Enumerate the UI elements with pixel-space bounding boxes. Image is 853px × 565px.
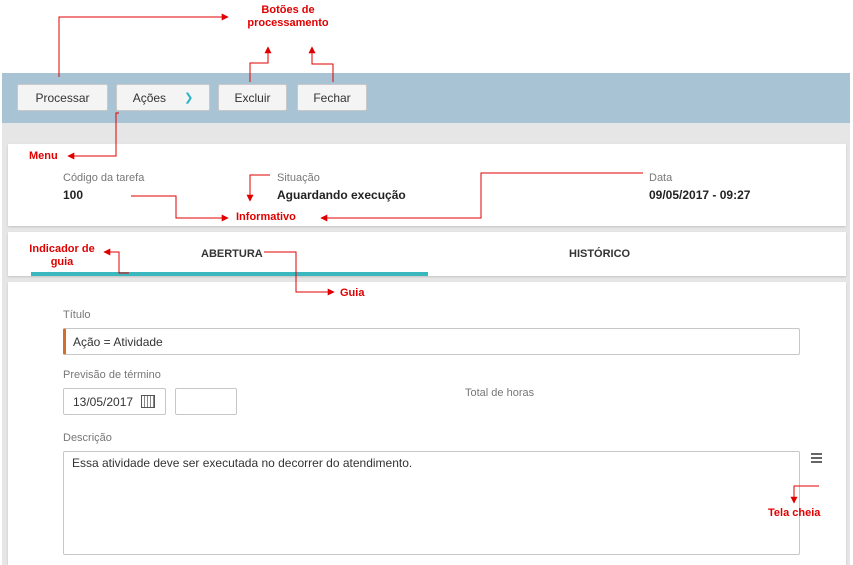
hours-input[interactable] <box>175 388 237 415</box>
process-button-label: Processar <box>35 90 90 105</box>
annotation-informative: Informativo <box>236 211 296 223</box>
description-value: Essa atividade deve ser executada no dec… <box>72 456 413 470</box>
close-button-label: Fechar <box>313 90 351 105</box>
title-field-label: Título <box>63 309 91 321</box>
due-date-input[interactable]: 13/05/2017 <box>63 388 166 415</box>
task-code-value: 100 <box>63 188 84 202</box>
date-label: Data <box>649 172 673 184</box>
annotation-processing-buttons: Botões de processamento <box>247 4 329 29</box>
full-screen-icon[interactable] <box>811 453 822 463</box>
description-label: Descrição <box>63 432 112 444</box>
due-date-value: 13/05/2017 <box>73 394 134 409</box>
close-button[interactable]: Fechar <box>297 84 367 111</box>
process-button[interactable]: Processar <box>17 84 108 111</box>
processing-toolbar: Processar Ações ❯ Excluir Fechar <box>2 73 850 123</box>
annotation-menu: Menu <box>29 150 58 162</box>
calendar-icon[interactable] <box>141 395 156 408</box>
chevron-down-icon: ❯ <box>184 92 194 104</box>
actions-menu-label: Ações <box>132 90 167 105</box>
annotation-tab-indicator: Indicador de guia <box>29 243 95 268</box>
title-input-value: Ação = Atividade <box>73 334 163 349</box>
info-panel: Código da tarefa 100 Situação Aguardando… <box>8 144 846 226</box>
tabs-bar: ABERTURA HISTÓRICO <box>8 232 846 276</box>
tab-indicator <box>31 272 428 276</box>
total-hours-label: Total de horas <box>465 387 535 399</box>
due-date-label: Previsão de término <box>63 369 161 381</box>
form-panel: Título Ação = Atividade Previsão de térm… <box>8 282 846 565</box>
task-code-label: Código da tarefa <box>63 172 145 184</box>
delete-button[interactable]: Excluir <box>218 84 287 111</box>
status-value: Aguardando execução <box>277 188 406 202</box>
annotation-tab: Guia <box>340 287 365 299</box>
screen-root: Processar Ações ❯ Excluir Fechar Código d… <box>0 0 853 565</box>
tab-historico[interactable]: HISTÓRICO <box>569 248 630 260</box>
title-input[interactable]: Ação = Atividade <box>63 328 800 355</box>
date-value: 09/05/2017 - 09:27 <box>649 188 751 202</box>
actions-menu-button[interactable]: Ações ❯ <box>116 84 210 111</box>
delete-button-label: Excluir <box>234 90 271 105</box>
status-label: Situação <box>277 172 320 184</box>
annotation-full-screen: Tela cheia <box>768 507 821 519</box>
tab-abertura[interactable]: ABERTURA <box>201 248 263 260</box>
description-textarea[interactable]: Essa atividade deve ser executada no dec… <box>63 451 800 555</box>
